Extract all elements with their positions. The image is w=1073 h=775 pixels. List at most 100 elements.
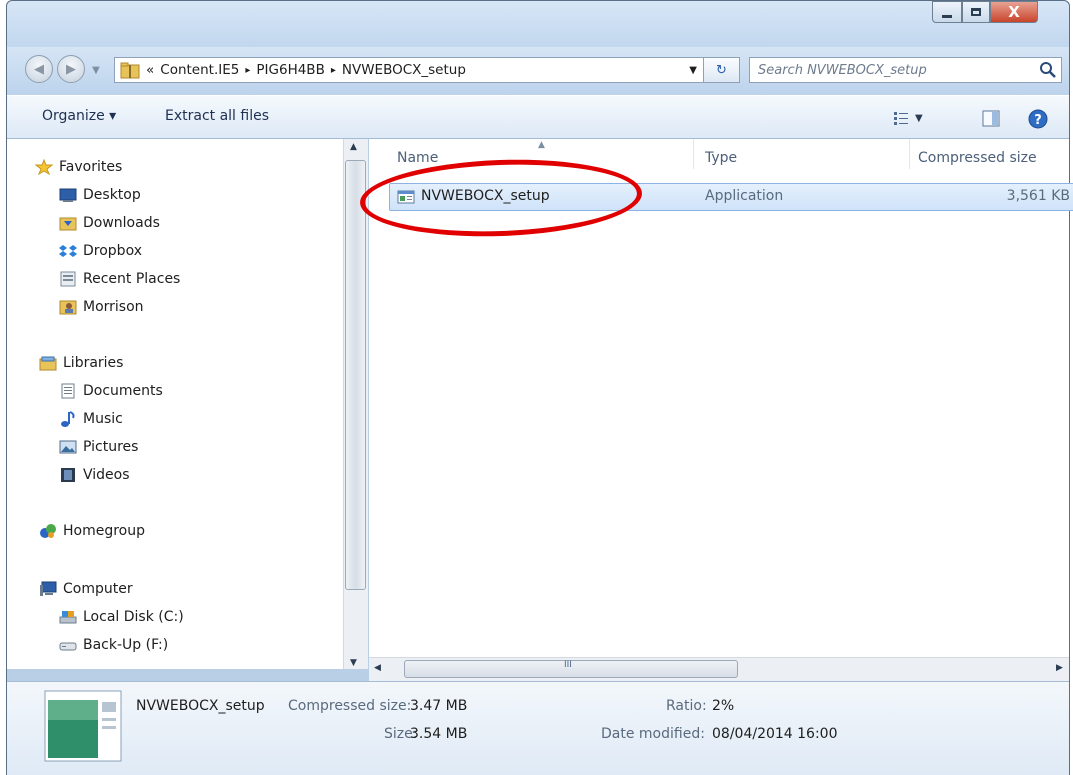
star-icon [35,159,53,175]
column-divider[interactable] [693,139,694,169]
application-large-icon [44,690,122,762]
back-button[interactable]: ◀ [25,55,53,83]
local-disk-icon [59,611,77,624]
pictures-icon [59,440,77,454]
column-header-name[interactable]: Name [397,150,438,166]
nav-documents-label: Documents [83,383,163,399]
nav-backup-drive-label: Back-Up (F:) [83,637,169,653]
scroll-down-arrow-icon[interactable]: ▼ [350,658,357,668]
breadcrumb-separator[interactable]: ▸ [331,65,336,76]
scroll-left-arrow-icon[interactable]: ◀ [374,663,381,673]
refresh-icon: ↻ [716,62,727,78]
breadcrumb-content-ie5[interactable]: Content.IE5 [160,62,239,78]
recent-pages-button[interactable]: ▼ [89,60,103,80]
breadcrumb-separator[interactable]: ▸ [245,65,250,76]
nav-desktop-label: Desktop [83,187,141,203]
nav-pictures-label: Pictures [83,439,139,455]
dropbox-icon [59,245,77,257]
scrollbar-grip-icon: III [564,660,572,670]
address-dropdown-icon[interactable]: ▼ [689,65,697,76]
minimize-button[interactable] [932,1,962,23]
chevron-down-icon: ▼ [92,64,100,76]
change-view-button[interactable]: ▼ [893,108,937,128]
nav-desktop[interactable]: Desktop [59,183,141,207]
breadcrumb-overflow[interactable]: « [146,62,154,78]
nav-homegroup-label: Homegroup [63,523,146,539]
nav-downloads-label: Downloads [83,215,160,231]
close-button[interactable]: X [990,1,1038,23]
scroll-up-arrow-icon[interactable]: ▲ [350,142,357,152]
computer-icon [40,581,57,596]
extract-all-files-button[interactable]: Extract all files [165,108,269,124]
forward-arrow-icon: ▶ [66,61,76,77]
nav-favorites-label: Favorites [59,159,123,175]
nav-downloads[interactable]: Downloads [59,211,160,235]
nav-favorites[interactable]: Favorites [35,155,122,179]
nav-local-disk[interactable]: Local Disk (C:) [59,605,184,629]
file-type: Application [705,188,784,204]
address-bar[interactable]: « Content.IE5 ▸ PIG6H4BB ▸ NVWEBOCX_setu… [114,57,704,83]
nav-libraries[interactable]: Libraries [39,351,123,375]
search-placeholder: Search NVWEBOCX_setup [758,62,927,78]
nav-music[interactable]: Music [59,407,123,431]
nav-morrison[interactable]: Morrison [59,295,144,319]
column-header-compressed-size[interactable]: Compressed size [918,150,1037,166]
nav-libraries-label: Libraries [63,355,124,371]
nav-videos[interactable]: Videos [59,463,130,487]
details-size-value: 3.54 MB [410,726,468,742]
nav-recent-places-label: Recent Places [83,271,181,287]
sort-ascending-icon: ▲ [538,140,545,150]
details-pane [7,681,1069,775]
svg-text:?: ? [1034,113,1042,128]
nav-dropbox[interactable]: Dropbox [59,239,142,263]
scroll-right-arrow-icon[interactable]: ▶ [1056,663,1063,673]
navigation-scrollbar-thumb[interactable] [345,160,366,590]
nav-local-disk-label: Local Disk (C:) [83,609,184,625]
downloads-folder-icon [59,217,77,231]
nav-videos-label: Videos [83,467,130,483]
homegroup-icon [40,524,56,538]
organize-button[interactable]: Organize ▾ [42,108,116,124]
minimize-icon [942,14,952,18]
videos-icon [61,468,75,482]
documents-icon [61,383,75,399]
details-file-name: NVWEBOCX_setup [136,698,265,714]
details-modified-value: 08/04/2014 16:00 [712,726,838,742]
details-ratio-value: 2% [712,698,735,714]
nav-documents[interactable]: Documents [59,379,163,403]
details-compressed-label: Compressed size: [288,698,412,714]
libraries-icon [39,356,57,371]
nav-homegroup[interactable]: Homegroup [39,519,145,543]
details-modified-label: Date modified: [601,726,705,742]
removable-drive-icon [59,642,77,651]
nav-recent-places[interactable]: Recent Places [59,267,180,291]
maximize-button[interactable] [962,1,990,23]
user-folder-icon [59,300,77,315]
desktop-icon [59,188,77,202]
column-header-type[interactable]: Type [705,150,737,166]
search-input[interactable]: Search NVWEBOCX_setup [749,57,1062,83]
help-icon[interactable]: ? [1028,109,1048,129]
nav-pictures[interactable]: Pictures [59,435,138,459]
nav-dropbox-label: Dropbox [83,243,142,259]
nav-backup-drive[interactable]: Back-Up (F:) [59,633,168,657]
nav-computer-label: Computer [63,581,133,597]
back-arrow-icon: ◀ [34,61,44,77]
nav-computer[interactable]: Computer [39,577,133,601]
column-divider[interactable] [909,139,910,169]
breadcrumb-pig6h4bb[interactable]: PIG6H4BB [256,62,324,78]
nav-music-label: Music [83,411,123,427]
chevron-down-icon: ▼ [915,112,923,124]
maximize-icon [971,8,981,16]
refresh-button[interactable]: ↻ [704,57,740,83]
title-bar[interactable] [7,1,1069,47]
folder-zip-icon [120,62,140,79]
file-compressed-size: 3,561 KB [1006,188,1070,204]
recent-places-icon [60,271,76,287]
details-ratio-label: Ratio: [666,698,707,714]
breadcrumb-nvwebocx-setup[interactable]: NVWEBOCX_setup [342,62,466,78]
forward-button[interactable]: ▶ [57,55,85,83]
search-icon[interactable] [1038,60,1058,80]
preview-pane-icon[interactable] [982,110,1000,127]
music-icon [61,411,75,427]
